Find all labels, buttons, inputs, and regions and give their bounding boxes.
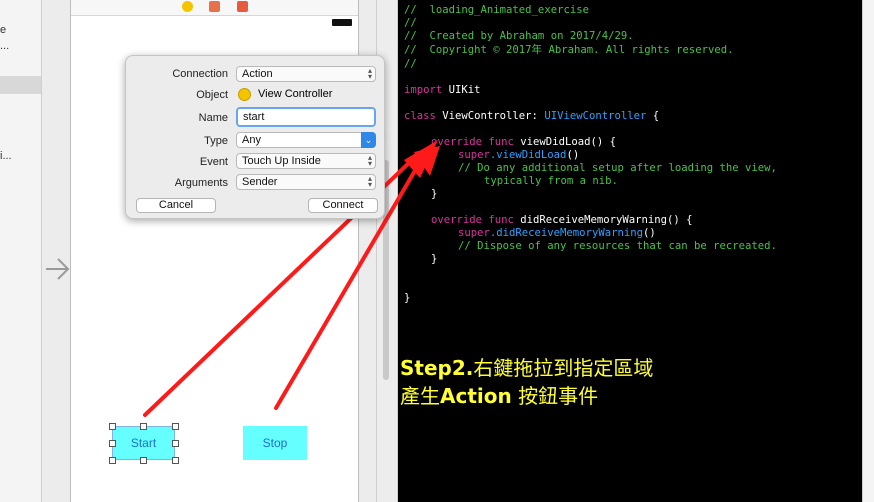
- chevron-updown-icon: ▴ ▾: [367, 66, 372, 81]
- code-comment: // Do any additional setup after loading…: [458, 162, 777, 174]
- resize-handle[interactable]: [140, 457, 147, 464]
- object-controller-icon: [238, 88, 251, 101]
- type-label: Type: [204, 135, 228, 147]
- code-import-line: import UIKit: [404, 84, 481, 96]
- step-annotation: Step2.右鍵拖拉到指定區域 產生Action 按鈕事件: [400, 356, 654, 408]
- stop-button[interactable]: Stop: [243, 426, 307, 460]
- stop-button-label: Stop: [262, 436, 288, 450]
- chevron-updown-icon: ▴ ▾: [367, 174, 372, 189]
- code-brace: }: [431, 253, 438, 265]
- code-comment: // Dispose of any resources that can be …: [458, 240, 777, 252]
- code-comment: typically from a nib.: [484, 175, 618, 187]
- code-comment: //: [404, 58, 417, 70]
- entry-arrow-icon: [46, 258, 70, 280]
- code-comment: // Copyright © 2017年 Abraham. All rights…: [404, 44, 734, 56]
- type-combobox[interactable]: Any ⌄: [236, 132, 376, 148]
- code-comment: //: [404, 17, 417, 29]
- resize-handle[interactable]: [172, 457, 179, 464]
- chevron-updown-icon: ▴ ▾: [367, 153, 372, 168]
- arguments-value: Sender: [242, 176, 278, 188]
- event-label: Event: [199, 156, 228, 168]
- battery-icon: [332, 19, 352, 26]
- utilities-panel: [862, 0, 874, 502]
- arguments-label: Arguments: [174, 177, 228, 189]
- connection-popover: Connection Action ▴ ▾ Object View Control…: [125, 55, 385, 219]
- navigator-text: ...: [0, 40, 10, 52]
- type-value: Any: [242, 134, 261, 146]
- cancel-button[interactable]: Cancel: [136, 198, 216, 213]
- scene-dock: [71, 0, 358, 16]
- exit-icon[interactable]: [237, 1, 248, 12]
- code-class-line: class ViewController: UIViewController {: [404, 110, 660, 122]
- code-func-memorywarning: override func didReceiveMemoryWarning() …: [431, 214, 693, 226]
- code-super-call: super.viewDidLoad(): [458, 149, 580, 161]
- resize-handle[interactable]: [109, 440, 116, 447]
- navigator-text: e: [0, 24, 7, 36]
- connection-label: Connection: [172, 68, 228, 80]
- dropdown-arrow-icon[interactable]: ⌄: [361, 132, 376, 148]
- navigator-text: i...: [0, 150, 12, 162]
- code-brace: }: [404, 292, 411, 304]
- event-select[interactable]: Touch Up Inside ▴ ▾: [236, 153, 376, 169]
- resize-handle[interactable]: [140, 423, 147, 430]
- connection-select[interactable]: Action ▴ ▾: [236, 66, 376, 82]
- object-value-row: View Controller: [238, 87, 378, 103]
- code-comment: // Created by Abraham on 2017/4/29.: [404, 30, 634, 42]
- arguments-select[interactable]: Sender ▴ ▾: [236, 174, 376, 190]
- object-value: View Controller: [258, 88, 333, 100]
- resize-handle[interactable]: [109, 457, 116, 464]
- navigator-selected-row[interactable]: [0, 76, 41, 94]
- code-brace: }: [431, 188, 438, 200]
- connection-value: Action: [242, 68, 273, 80]
- resize-handle[interactable]: [172, 423, 179, 430]
- connect-button[interactable]: Connect: [308, 198, 378, 213]
- code-func-viewdidload: override func viewDidLoad() {: [431, 136, 616, 148]
- first-responder-icon[interactable]: [209, 1, 220, 12]
- start-button-label: Start: [130, 436, 157, 450]
- event-value: Touch Up Inside: [242, 155, 321, 167]
- resize-handle[interactable]: [109, 423, 116, 430]
- assistant-code-editor[interactable]: // loading_Animated_exercise // // Creat…: [398, 0, 862, 502]
- name-input[interactable]: [236, 107, 376, 127]
- view-controller-dock-icon[interactable]: [182, 1, 193, 12]
- object-label: Object: [196, 89, 228, 101]
- code-super-call: super.didReceiveMemoryWarning(): [458, 227, 656, 239]
- project-navigator: e ... i...: [0, 0, 42, 502]
- name-label: Name: [198, 112, 228, 124]
- start-button[interactable]: Start: [112, 426, 175, 460]
- resize-handle[interactable]: [172, 440, 179, 447]
- code-comment: // loading_Animated_exercise: [404, 4, 589, 16]
